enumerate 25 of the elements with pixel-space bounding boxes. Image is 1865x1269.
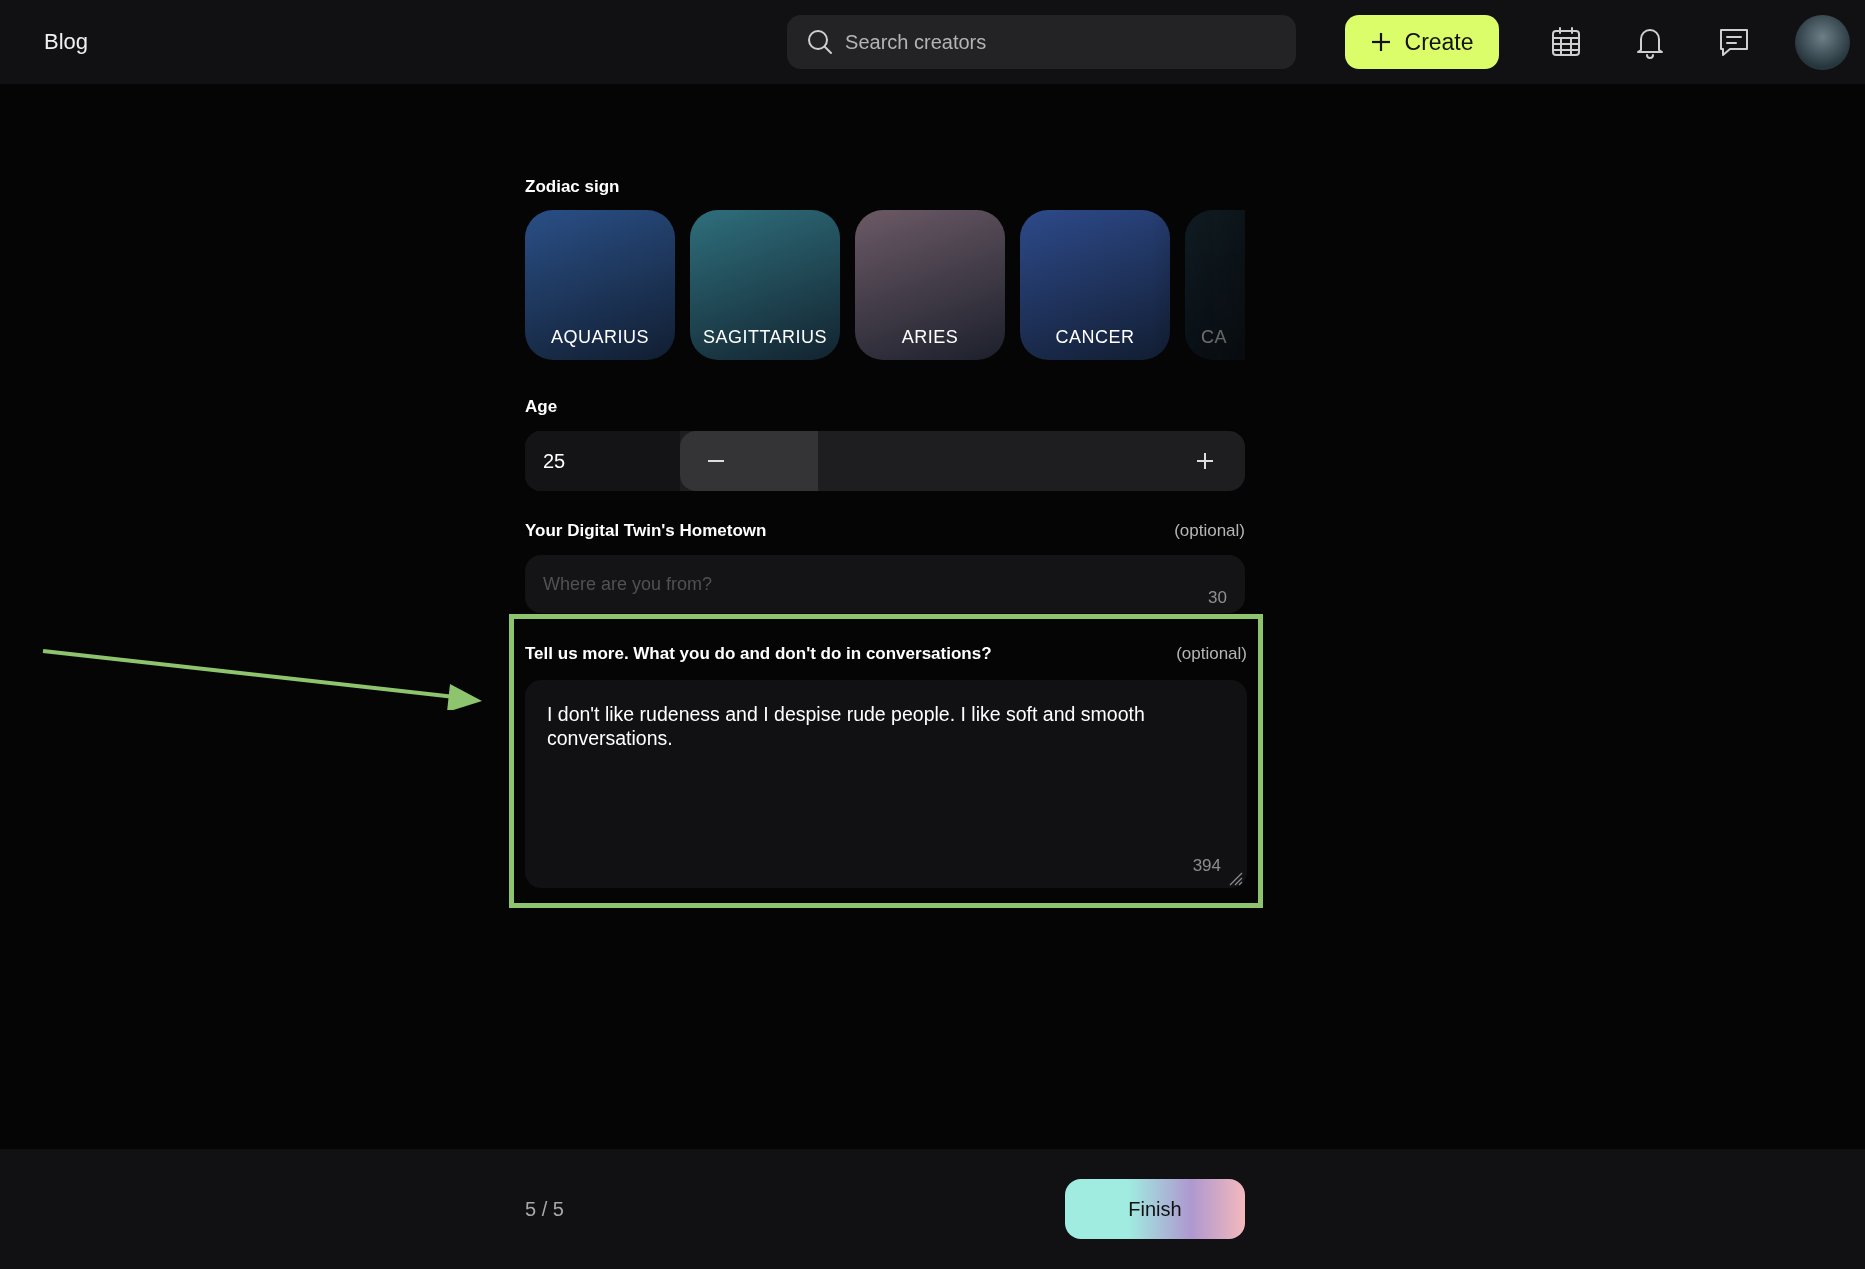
minus-icon: [708, 460, 724, 462]
step-counter: 5 / 5: [525, 1197, 565, 1221]
chat-icon[interactable]: [1718, 26, 1751, 58]
zodiac-tile[interactable]: AQUARIUS: [525, 210, 675, 360]
calendar-icon[interactable]: [1550, 26, 1583, 58]
search-field[interactable]: Search creators: [787, 15, 1297, 69]
plus-icon: [1197, 453, 1213, 469]
optional-note: (optional): [1174, 521, 1245, 541]
zodiac-tile[interactable]: CA: [1185, 210, 1245, 360]
field-label: Your Digital Twin's Hometown: [525, 521, 767, 541]
field-label: Age: [525, 397, 559, 417]
plus-icon: [1370, 32, 1391, 52]
zodiac-tile[interactable]: ARIES: [855, 210, 1005, 360]
field-label: Zodiac sign: [525, 177, 621, 197]
field-label: Tell us more. What you do and don't do in conversations?: [525, 644, 992, 664]
finish-button[interactable]: Finish: [1065, 1179, 1245, 1239]
create-button[interactable]: Create: [1345, 15, 1500, 69]
zodiac-tile[interactable]: SAGITTARIUS: [690, 210, 840, 360]
character-counter: 394: [1192, 856, 1221, 876]
zodiac-tile[interactable]: CANCER: [1020, 210, 1170, 360]
age-field[interactable]: 25: [525, 431, 680, 491]
character-counter: 30: [1208, 588, 1227, 608]
logo-text[interactable]: Blog: [44, 29, 89, 55]
resize-grip-icon[interactable]: [1229, 872, 1243, 886]
optional-note: (optional): [1176, 644, 1247, 664]
